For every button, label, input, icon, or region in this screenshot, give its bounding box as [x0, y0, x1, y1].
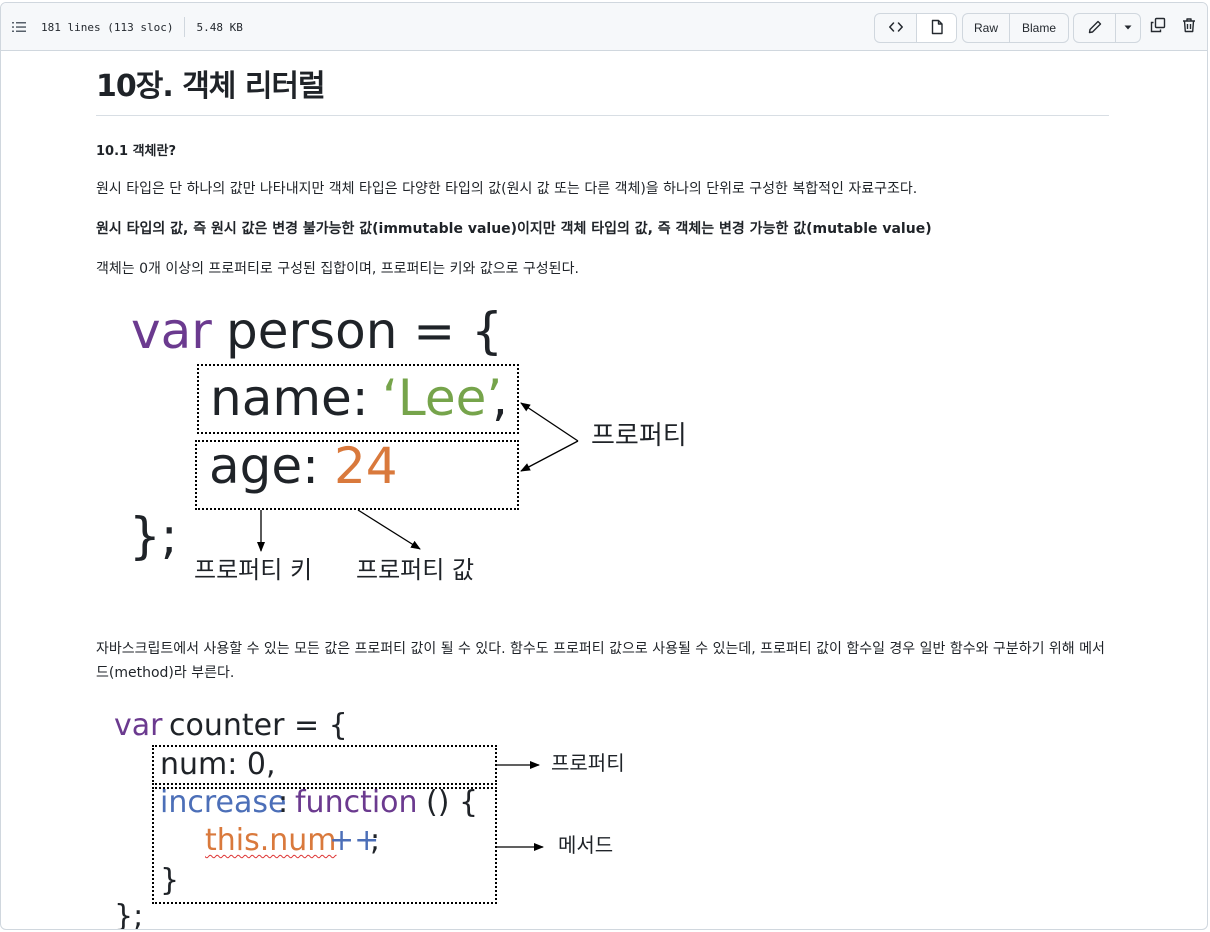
- divider: [184, 17, 186, 37]
- edit-button[interactable]: [1074, 14, 1115, 42]
- outline-icon[interactable]: [11, 19, 27, 35]
- trash-icon: [1181, 17, 1197, 37]
- raw-label: Raw: [973, 21, 998, 35]
- function-keyword: function: [295, 785, 418, 820]
- file-size: 5.48 KB: [196, 20, 243, 34]
- page-title: 10장. 객체 리터럴: [96, 61, 1109, 116]
- label-property-key: 프로퍼티 키: [194, 556, 313, 584]
- file-toolbar: 181 lines (113 sloc) 5.48 KB Raw Blame: [1, 3, 1207, 51]
- method-box: [152, 787, 497, 904]
- property-key-age: age:: [209, 437, 319, 495]
- file-icon: [929, 19, 945, 38]
- var-keyword: var: [114, 708, 163, 743]
- preview-view-button[interactable]: [917, 14, 956, 42]
- raw-blame-group: Raw Blame: [962, 13, 1069, 43]
- code-icon: [888, 19, 904, 38]
- code-view-button[interactable]: [875, 14, 916, 42]
- closing-brace: };: [129, 507, 178, 565]
- paragraph: 객체는 0개 이상의 프로퍼티로 구성된 집합이며, 프로퍼티는 키와 값으로 …: [96, 261, 579, 277]
- increment-operator: ++: [329, 823, 380, 858]
- edit-group: [1073, 13, 1141, 43]
- closing-brace: };: [114, 899, 144, 930]
- blame-button[interactable]: Blame: [1010, 14, 1068, 42]
- label-method: 메서드: [558, 833, 614, 857]
- inner-closing-brace: }: [160, 863, 180, 898]
- file-viewer: 181 lines (113 sloc) 5.48 KB Raw Blame 1…: [0, 2, 1208, 930]
- property-box-num: [152, 745, 497, 785]
- this-num-expression: this.num: [205, 823, 337, 858]
- pencil-icon: [1087, 19, 1103, 38]
- declaration-text: person = {: [226, 302, 503, 360]
- semicolon: ;: [370, 823, 381, 858]
- label-property: 프로퍼티: [551, 751, 625, 775]
- method-key: increase: [160, 785, 287, 820]
- label-property: 프로퍼티: [591, 421, 687, 451]
- property-key-name: name:: [210, 369, 369, 427]
- declaration-text: counter = {: [169, 708, 348, 743]
- property-value-name: ‘Lee’: [382, 369, 503, 427]
- blame-label: Blame: [1021, 21, 1056, 35]
- delete-button[interactable]: [1179, 17, 1199, 37]
- edit-dropdown-button[interactable]: [1116, 14, 1140, 42]
- section-heading: 10.1 객체란?: [96, 144, 177, 159]
- comma: ,: [492, 369, 508, 427]
- copy-button[interactable]: [1148, 17, 1168, 37]
- raw-button[interactable]: Raw: [963, 14, 1009, 42]
- paragraph: 자바스크립트에서 사용할 수 있는 모든 값은 프로퍼티 값이 될 수 있다. …: [96, 641, 1105, 681]
- paragraph-bold: 원시 타입의 값, 즉 원시 값은 변경 불가능한 값(immutable va…: [96, 221, 932, 237]
- line-count: 181 lines (113 sloc): [41, 20, 174, 34]
- colon: :: [278, 785, 289, 820]
- paragraph: 원시 타입은 단 하나의 값만 나타내지만 객체 타입은 다양한 타입의 값(원…: [96, 181, 918, 197]
- property-box-age: [195, 440, 519, 510]
- property-num: num: 0,: [160, 747, 276, 782]
- triangle-down-icon: [1123, 21, 1133, 35]
- label-property-value: 프로퍼티 값: [356, 556, 475, 584]
- var-keyword: var: [131, 302, 212, 360]
- function-params: () {: [426, 785, 479, 820]
- copy-icon: [1150, 17, 1166, 37]
- markdown-body: 10장. 객체 리터럴 10.1 객체란? 원시 타입은 단 하나의 값만 나타…: [1, 51, 1207, 929]
- view-toggle: [874, 13, 957, 43]
- file-info: 181 lines (113 sloc) 5.48 KB: [11, 3, 243, 51]
- property-value-age: 24: [334, 437, 398, 495]
- property-box-name: [197, 364, 519, 434]
